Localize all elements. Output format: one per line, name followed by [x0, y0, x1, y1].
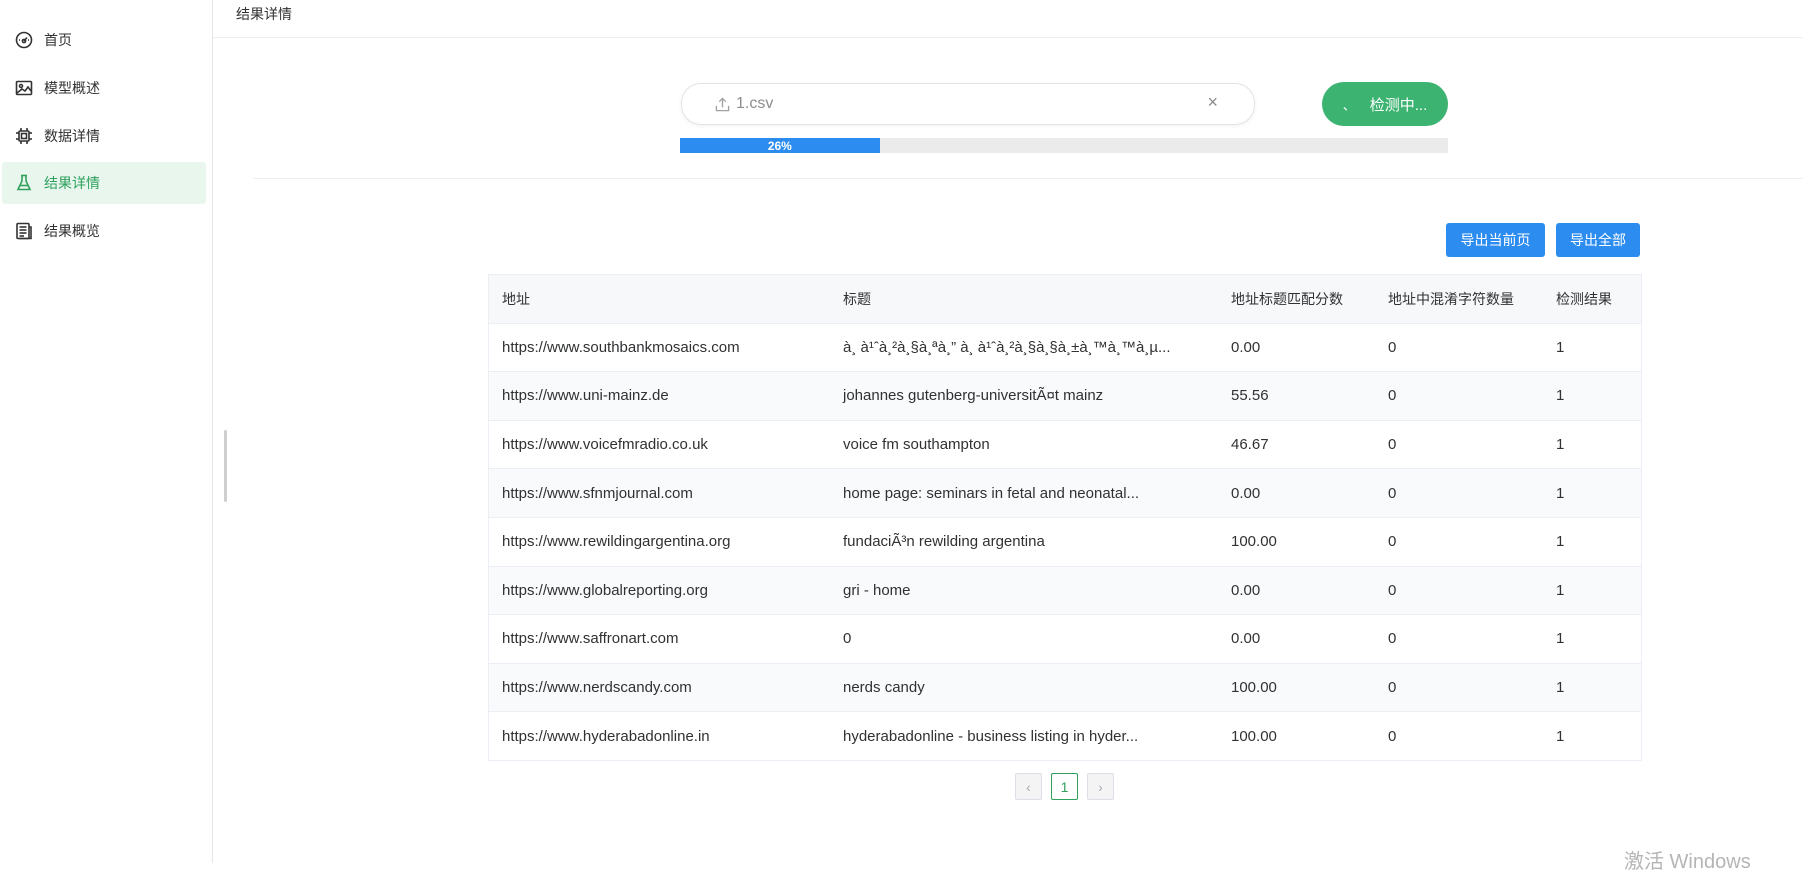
cell-match-score: 46.67	[1231, 436, 1269, 454]
cell-match-score: 0.00	[1231, 581, 1261, 599]
table-row[interactable]: https://www.hyderabadonline.in hyderabado…	[489, 712, 1641, 760]
dashboard-icon	[14, 30, 34, 50]
pagination-page-1[interactable]: 1	[1051, 773, 1078, 800]
cell-match-score: 100.00	[1231, 727, 1277, 745]
cell-confusable-count: 0	[1388, 727, 1397, 745]
cell-match-score: 100.00	[1231, 679, 1277, 697]
sidebar-item-data-details[interactable]: 数据详情	[2, 115, 206, 157]
detect-button-label: 检测中...	[1369, 96, 1428, 114]
table-row[interactable]: https://www.saffronart.com 0 0.00 0 1	[489, 615, 1641, 664]
cell-match-score: 55.56	[1231, 387, 1269, 405]
cell-url: https://www.hyderabadonline.in	[502, 727, 710, 745]
close-icon[interactable]: ×	[1207, 92, 1218, 113]
sidebar-item-label: 数据详情	[44, 128, 100, 144]
cell-url: https://www.voicefmradio.co.uk	[502, 436, 708, 454]
sidebar-item-home[interactable]: 首页	[2, 19, 206, 61]
sidebar-item-result-details[interactable]: 结果详情	[2, 162, 206, 204]
cell-confusable-count: 0	[1388, 630, 1397, 648]
cell-title: nerds candy	[843, 679, 925, 697]
sidebar-item-result-overview[interactable]: 结果概览	[2, 210, 206, 252]
table-row[interactable]: https://www.southbankmosaics.com à¸ à¹ˆà¸…	[489, 324, 1641, 373]
cell-url: https://www.nerdscandy.com	[502, 679, 692, 697]
cell-url: https://www.rewildingargentina.org	[502, 533, 731, 551]
sidebar-item-model-overview[interactable]: 模型概述	[2, 67, 206, 109]
section-divider	[253, 178, 1803, 179]
table-row[interactable]: https://www.sfnmjournal.com home page: se…	[489, 469, 1641, 518]
table-row[interactable]: https://www.globalreporting.org gri - hom…	[489, 566, 1641, 616]
cell-result: 1	[1556, 679, 1565, 697]
column-header-match-score[interactable]: 地址标题匹配分数	[1218, 289, 1375, 309]
chip-icon	[14, 126, 34, 146]
windows-activation-watermark: 激活 Windows	[1624, 851, 1751, 873]
progress-bar: 26%	[680, 138, 1448, 153]
cell-title: fundaciÃ³n rewilding argentina	[843, 533, 1045, 551]
sidebar-item-label: 结果详情	[44, 175, 100, 191]
cell-confusable-count: 0	[1388, 581, 1397, 599]
cell-match-score: 100.00	[1231, 533, 1277, 551]
cell-confusable-count: 0	[1388, 679, 1397, 697]
column-header-url[interactable]: 地址	[489, 289, 830, 309]
sidebar-item-label: 首页	[44, 32, 72, 48]
table-row[interactable]: https://www.nerdscandy.com nerds candy 100…	[489, 663, 1641, 713]
cell-result: 1	[1556, 387, 1565, 405]
document-icon	[14, 221, 34, 241]
cell-result: 1	[1556, 533, 1565, 551]
sidebar-item-label: 模型概述	[44, 80, 100, 96]
sidebar-item-label: 结果概览	[44, 223, 100, 239]
cell-result: 1	[1556, 727, 1565, 745]
cell-title: à¸ à¹ˆà¸²à¸§à¸ªà¸” à¸ à¹ˆà¸²à¸§à¸§à¸±à¸™…	[843, 338, 1171, 356]
column-header-title[interactable]: 标题	[830, 289, 1218, 309]
cell-result: 1	[1556, 484, 1565, 502]
cell-title: voice fm southampton	[843, 436, 990, 454]
cell-confusable-count: 0	[1388, 387, 1397, 405]
header-divider	[213, 37, 1803, 38]
image-icon	[14, 78, 34, 98]
breadcrumb: 结果详情	[236, 6, 292, 22]
export-all-button[interactable]: 导出全部	[1556, 223, 1640, 257]
cell-url: https://www.sfnmjournal.com	[502, 484, 693, 502]
table-row[interactable]: https://www.rewildingargentina.org fundac…	[489, 518, 1641, 567]
cell-title: hyderabadonline - business listing in hy…	[843, 727, 1139, 745]
cell-match-score: 0.00	[1231, 338, 1261, 356]
file-name: 1.csv	[736, 95, 774, 112]
table-row[interactable]: https://www.uni-mainz.de johannes gutenbe…	[489, 372, 1641, 421]
cell-url: https://www.saffronart.com	[502, 630, 679, 648]
pagination-prev-button[interactable]: ‹	[1015, 773, 1042, 800]
cell-result: 1	[1556, 630, 1565, 648]
progress-label: 26%	[767, 138, 792, 153]
cell-confusable-count: 0	[1388, 533, 1397, 551]
export-current-page-button[interactable]: 导出当前页	[1446, 223, 1545, 257]
loading-spinner-icon: 、	[1342, 97, 1356, 113]
cell-confusable-count: 0	[1388, 436, 1397, 454]
table-row[interactable]: https://www.voicefmradio.co.uk voice fm s…	[489, 421, 1641, 470]
cell-result: 1	[1556, 581, 1565, 599]
cell-title: 0	[843, 630, 852, 648]
pagination-next-button[interactable]: ›	[1087, 773, 1114, 800]
sidebar: 首页 模型概述 数据详情 结果详情 结果概览	[0, 0, 213, 863]
cell-title: johannes gutenberg-universitÃ¤t mainz	[843, 387, 1104, 405]
table-header-row: 地址 标题 地址标题匹配分数 地址中混淆字符数量 检测结果	[489, 275, 1641, 324]
column-header-confusable-count[interactable]: 地址中混淆字符数量	[1375, 289, 1543, 309]
cell-url: https://www.southbankmosaics.com	[502, 338, 740, 356]
cell-match-score: 0.00	[1231, 484, 1261, 502]
upload-icon	[715, 96, 731, 112]
flask-icon	[14, 173, 34, 193]
cell-confusable-count: 0	[1388, 484, 1397, 502]
cell-result: 1	[1556, 436, 1565, 454]
cell-url: https://www.uni-mainz.de	[502, 387, 669, 405]
detect-button[interactable]: 、 检测中...	[1322, 82, 1448, 126]
results-table: 地址 标题 地址标题匹配分数 地址中混淆字符数量 检测结果 https://ww…	[488, 274, 1642, 761]
cell-url: https://www.globalreporting.org	[502, 581, 708, 599]
column-header-result[interactable]: 检测结果	[1543, 289, 1641, 309]
file-upload-field[interactable]: 1.csv ×	[681, 83, 1255, 125]
cell-result: 1	[1556, 338, 1565, 356]
progress-fill: 26%	[680, 138, 880, 153]
cell-title: gri - home	[843, 581, 911, 599]
cell-match-score: 0.00	[1231, 630, 1261, 648]
cell-title: home page: seminars in fetal and neonata…	[843, 484, 1140, 502]
cell-confusable-count: 0	[1388, 338, 1397, 356]
scrollbar-thumb[interactable]	[224, 430, 227, 502]
